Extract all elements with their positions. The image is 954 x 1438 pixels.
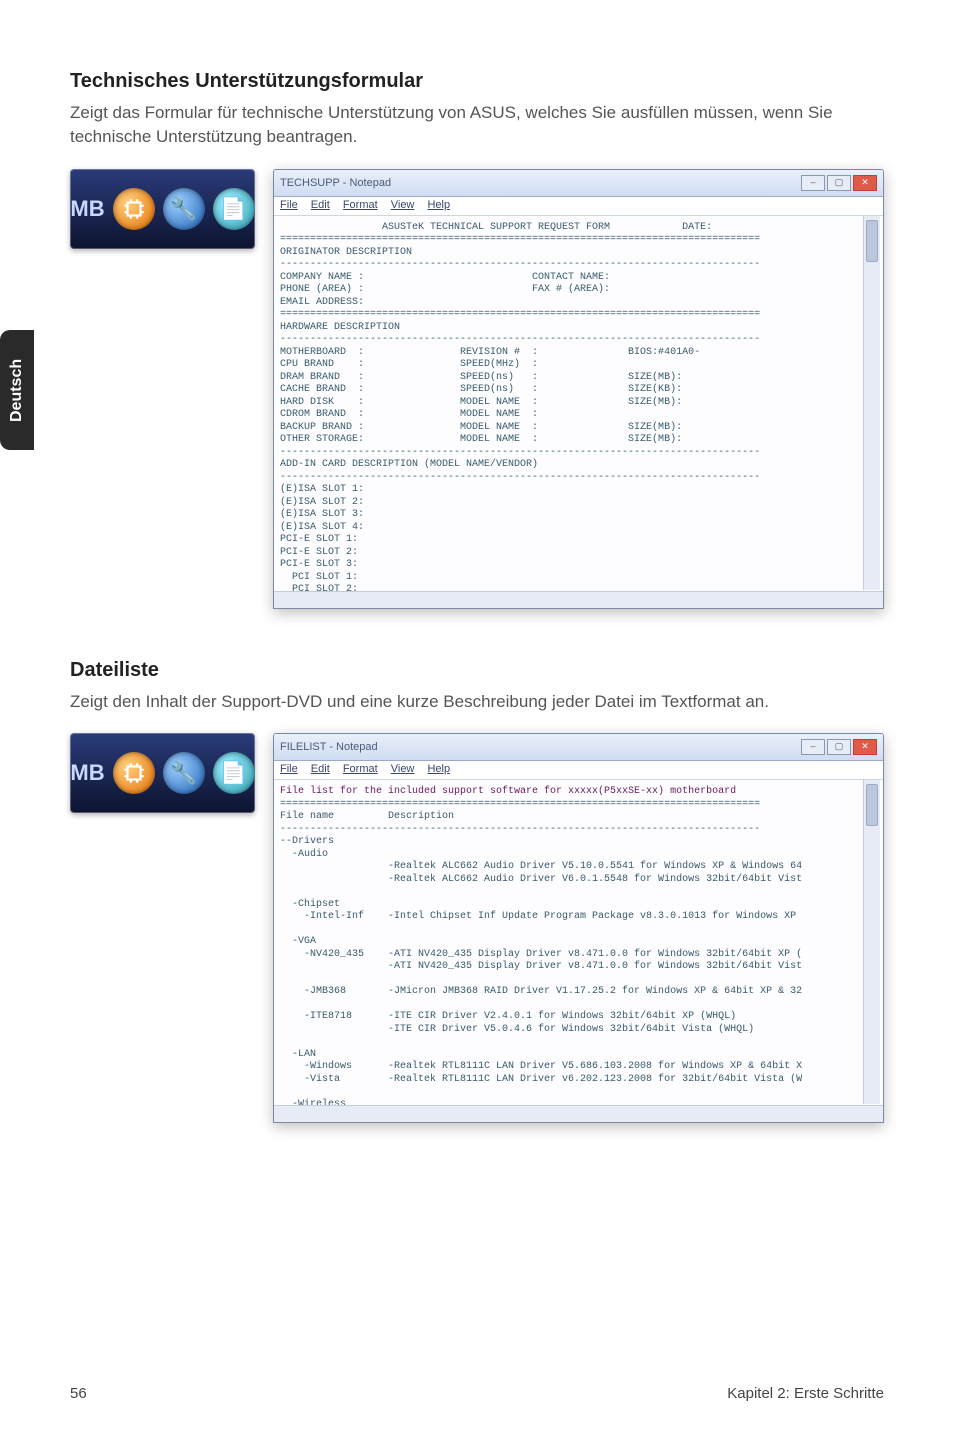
menu-file-2[interactable]: File [280,763,298,775]
language-tab: Deutsch [0,330,34,450]
menu-format[interactable]: Format [343,199,378,211]
horizontal-scrollbar-2[interactable] [274,1105,883,1122]
document-icon: 📄 [213,188,255,230]
menu-view-2[interactable]: View [391,763,415,775]
menu-view[interactable]: View [391,199,415,211]
menu-help-2[interactable]: Help [427,763,450,775]
section2-lead: Zeigt den Inhalt der Support-DVD und ein… [70,690,884,714]
vertical-scrollbar-2[interactable] [863,780,880,1104]
maximize-button[interactable]: ▢ [827,175,851,191]
wrench-icon: 🔧 [163,188,205,230]
document-icon-2: 📄 [213,752,255,794]
driver-menu-logo: MB 🔧 📄 [70,169,255,249]
window2-header-line: File list for the included support softw… [280,786,736,797]
menu-file[interactable]: File [280,199,298,211]
menu-format-2[interactable]: Format [343,763,378,775]
wrench-icon-2: 🔧 [163,752,205,794]
page-number: 56 [70,1385,87,1402]
chip-icon-2 [113,752,155,794]
filelist-notepad-window: FILELIST - Notepad – ▢ ✕ File Edit Forma… [273,733,884,1123]
section1-lead: Zeigt das Formular für technische Unters… [70,101,884,149]
window2-text: ========================================… [280,799,802,1123]
maximize-button-2[interactable]: ▢ [827,739,851,755]
notepad-menu-2[interactable]: File Edit Format View Help [274,761,883,780]
menu-edit[interactable]: Edit [311,199,330,211]
window2-body[interactable]: File list for the included support softw… [274,780,883,1122]
close-button-2[interactable]: ✕ [853,739,877,755]
menu-edit-2[interactable]: Edit [311,763,330,775]
driver-menu-logo-2: MB 🔧 📄 [70,733,255,813]
window2-title: FILELIST - Notepad [280,741,378,753]
techsupp-notepad-window: TECHSUPP - Notepad – ▢ ✕ File Edit Forma… [273,169,884,609]
minimize-button[interactable]: – [801,175,825,191]
notepad-menu[interactable]: File Edit Format View Help [274,197,883,216]
logo-label-2: MB [70,760,104,786]
menu-help[interactable]: Help [427,199,450,211]
window1-title: TECHSUPP - Notepad [280,177,391,189]
chip-icon [113,188,155,230]
window1-body[interactable]: ASUSTeK TECHNICAL SUPPORT REQUEST FORM D… [274,216,883,608]
chapter-label: Kapitel 2: Erste Schritte [727,1385,884,1402]
window-controls-2[interactable]: – ▢ ✕ [801,739,877,755]
close-button[interactable]: ✕ [853,175,877,191]
logo-label: MB [70,196,104,222]
section1-heading: Technisches Unterstützungsformular [70,70,884,93]
section2-heading: Dateiliste [70,659,884,682]
window-controls[interactable]: – ▢ ✕ [801,175,877,191]
minimize-button-2[interactable]: – [801,739,825,755]
